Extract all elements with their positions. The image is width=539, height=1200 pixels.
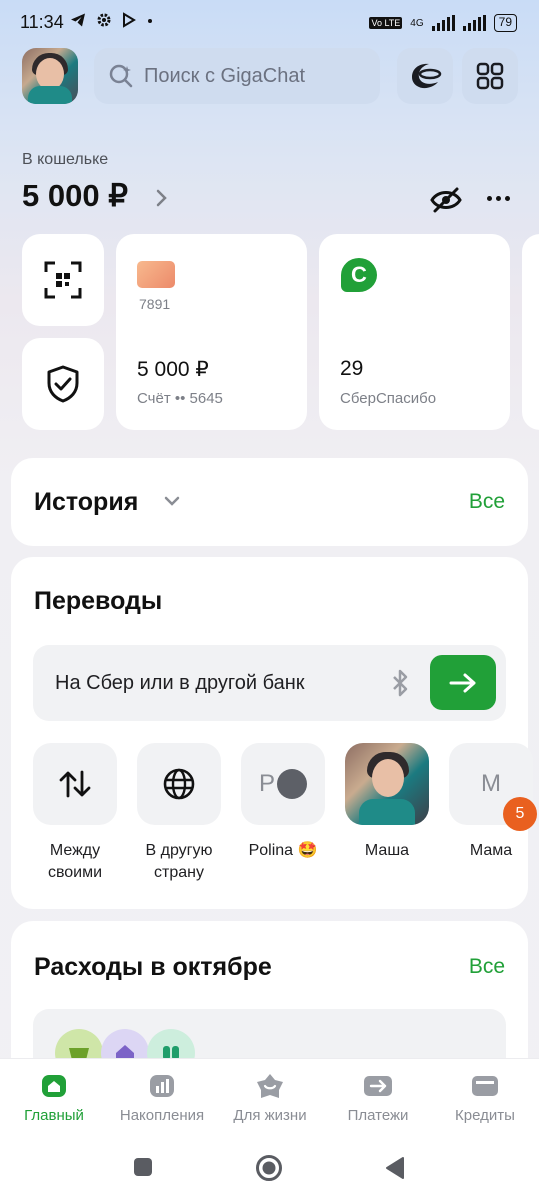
chevron-right-icon[interactable] (155, 185, 169, 211)
transfer-placeholder: На Сбер или в другой банк (55, 672, 305, 694)
play-icon (123, 12, 136, 28)
security-button[interactable] (22, 338, 104, 430)
contact-mama[interactable]: М 5 Мама (449, 743, 537, 862)
back-icon[interactable] (384, 1155, 406, 1181)
contact-between-own[interactable]: Между своими (33, 743, 117, 884)
transfers-title: Переводы (34, 587, 163, 615)
arrow-right-icon (449, 673, 476, 692)
volte-label: Vo LTE (369, 17, 403, 29)
nav-label: Накопления (119, 1107, 205, 1124)
nav-label: Главный (24, 1107, 84, 1124)
sberspasibo-balance: 29 (340, 357, 364, 380)
chevron-down-icon[interactable] (163, 494, 181, 508)
home-button-icon[interactable] (255, 1154, 283, 1182)
contact-abroad[interactable]: В другую страну (137, 743, 221, 884)
nav-savings[interactable]: Накопления (108, 1072, 216, 1124)
contact-photo-avatar (345, 743, 429, 825)
sber-crescent-icon (412, 63, 442, 89)
status-notification-icons (70, 12, 154, 28)
bottom-navigation: Главный Накопления Для жизни Платежи Кре… (0, 1058, 539, 1138)
contact-initial-avatar: P (259, 769, 307, 799)
signal-icon-2 (462, 15, 486, 31)
bank-card-thumbnail (137, 261, 175, 288)
contact-masha[interactable]: Маша (345, 743, 429, 862)
contact-label: Между своими (47, 842, 103, 881)
nav-label: Платежи (347, 1107, 409, 1124)
grid-icon (476, 62, 504, 90)
contact-label: Маша (364, 842, 410, 859)
network-label: 4G (410, 17, 424, 29)
expenses-title: Расходы в октябре (34, 953, 272, 981)
battery-indicator: 79 (493, 14, 517, 32)
qr-scan-button[interactable] (22, 234, 104, 326)
nav-payments[interactable]: Платежи (324, 1072, 432, 1124)
card-balance: 5 000 ₽ (137, 358, 209, 381)
chart-icon (150, 1075, 174, 1097)
transfers-section: Переводы На Сбер или в другой банк Между… (11, 557, 537, 909)
profile-avatar[interactable] (22, 48, 78, 104)
status-time: 11:34 (20, 12, 64, 32)
account-card[interactable]: 7891 5 000 ₽ Счёт •• 5645 (116, 234, 307, 430)
lifestyle-icon (257, 1074, 283, 1098)
card-account-label: Счёт •• 5645 (137, 390, 223, 407)
sberspasibo-label: СберСпасибо (340, 390, 437, 407)
wallet-label: В кошельке (22, 151, 109, 168)
status-system-icons: Vo LTE 4G 79 (369, 14, 517, 32)
qr-scan-icon (44, 261, 82, 299)
gigachat-search-icon (109, 64, 133, 88)
history-all-link[interactable]: Все (469, 490, 505, 514)
bluetooth-icon[interactable] (389, 669, 411, 697)
wallet-amount[interactable]: 5 000 ₽ (22, 178, 128, 214)
sberspasibo-logo: С (341, 258, 377, 292)
sber-logo-button[interactable] (397, 48, 453, 104)
contact-label: Polina 🤩 (248, 842, 318, 859)
contact-initial-avatar: М (481, 770, 501, 797)
globe-icon (163, 768, 195, 800)
nav-lifestyle[interactable]: Для жизни (216, 1072, 324, 1124)
next-card-peek[interactable] (522, 234, 539, 430)
contact-label: Мама (469, 842, 513, 859)
nav-credits[interactable]: Кредиты (431, 1072, 539, 1124)
payments-icon (364, 1076, 392, 1096)
recent-apps-icon[interactable] (132, 1156, 154, 1178)
card-last-digits: 7891 (139, 296, 171, 312)
history-title: История (34, 488, 139, 516)
system-navigation-bar (0, 1138, 539, 1200)
search-bar[interactable]: Поиск с GigaChat (94, 48, 380, 104)
arrows-exchange-icon (59, 770, 91, 798)
history-section[interactable]: История Все (11, 458, 528, 546)
signal-icon (431, 15, 455, 31)
status-bar: 11:34 Vo LTE 4G 79 (0, 0, 539, 46)
transfer-go-button[interactable] (430, 655, 496, 710)
nav-home[interactable]: Главный (0, 1072, 108, 1124)
more-options-icon[interactable] (487, 196, 510, 201)
notification-badge: 5 (503, 797, 537, 831)
expenses-all-link[interactable]: Все (469, 955, 505, 979)
home-icon (42, 1075, 66, 1097)
eye-hidden-icon[interactable] (430, 186, 462, 214)
contact-polina[interactable]: P Polina 🤩 (241, 743, 325, 862)
nav-label: Для жизни (233, 1107, 307, 1124)
wallet-icon (472, 1076, 498, 1096)
nav-label: Кредиты (455, 1107, 515, 1124)
apps-grid-button[interactable] (462, 48, 518, 104)
sberspasibo-card[interactable]: С 29 СберСпасибо (319, 234, 510, 430)
search-placeholder: Поиск с GigaChat (144, 64, 306, 87)
shield-check-icon (47, 365, 79, 403)
telegram-icon (71, 13, 85, 27)
gear-icon (97, 13, 111, 27)
contact-label: В другую страну (145, 842, 213, 881)
dot-icon (148, 19, 152, 23)
transfer-recipient-field[interactable]: На Сбер или в другой банк (33, 645, 506, 721)
